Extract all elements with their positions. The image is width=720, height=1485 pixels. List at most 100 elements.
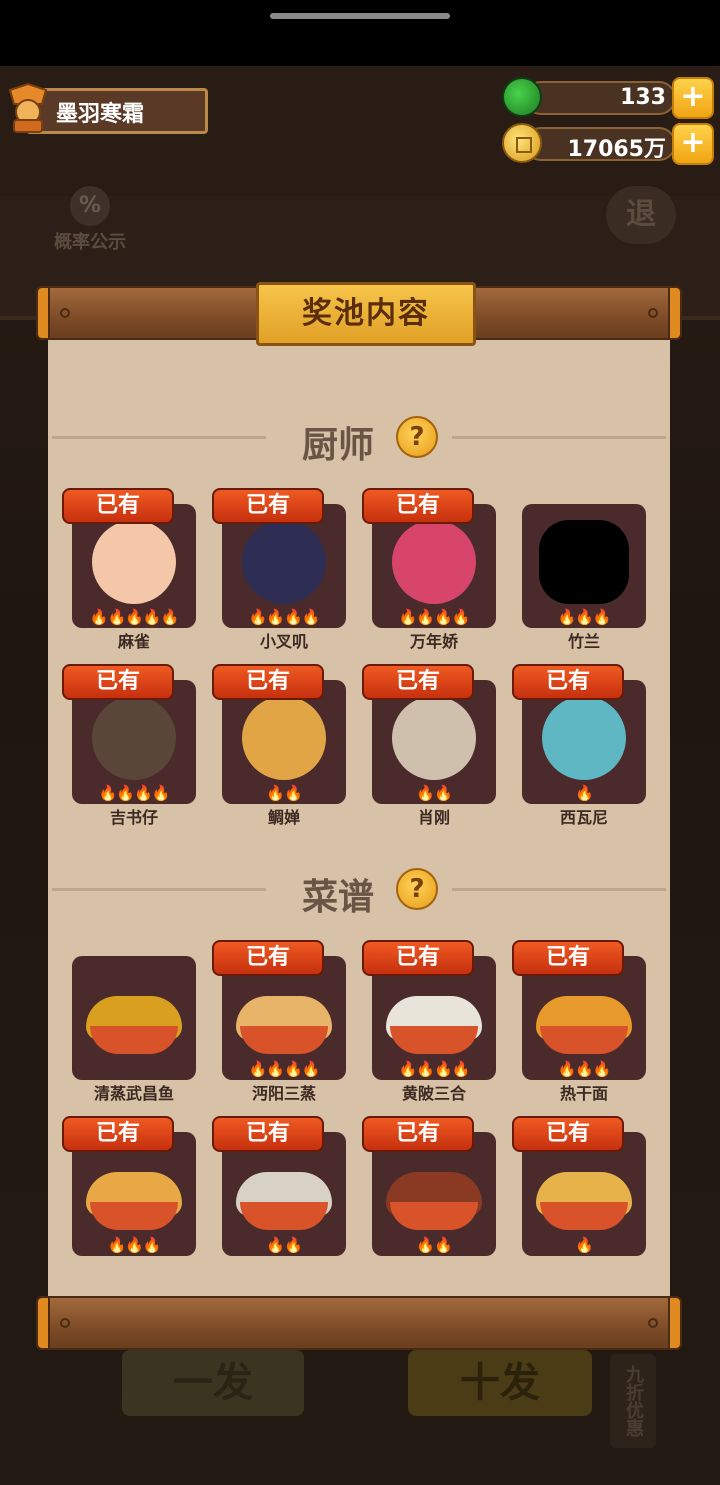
divider xyxy=(452,436,666,439)
chef-name: 鲷婵 xyxy=(267,808,300,827)
recipe-card[interactable]: 🔥🔥🔥 已有 xyxy=(62,1116,196,1272)
add-coins-button[interactable]: + xyxy=(672,123,714,165)
dish-bowl xyxy=(240,1202,328,1230)
player-name: 墨羽寒霜 xyxy=(56,102,145,127)
chef-portrait xyxy=(242,696,326,780)
owned-badge: 已有 xyxy=(212,1116,324,1152)
chef-portrait xyxy=(539,520,629,604)
exit-button[interactable]: 退 xyxy=(606,186,676,244)
dish-bowl xyxy=(240,1026,328,1054)
chef-card[interactable]: 🔥🔥🔥 竹兰 xyxy=(522,494,646,651)
chef-section-header: 厨师 ? xyxy=(48,412,670,466)
owned-badge: 已有 xyxy=(512,664,624,700)
coin-counter: 17065万 + xyxy=(502,123,714,165)
chef-name: 吉书仔 xyxy=(109,808,158,827)
recipe-card[interactable]: 🔥🔥🔥 已有热干面 xyxy=(512,940,646,1103)
chef-card[interactable]: 🔥🔥🔥🔥 已有 吉书仔 xyxy=(62,664,196,827)
owned-badge: 已有 xyxy=(362,664,474,700)
rarity-flames-icon: 🔥🔥 xyxy=(266,1236,302,1254)
chef-portrait xyxy=(542,696,626,780)
recipe-section-header: 菜谱 ? xyxy=(48,864,670,918)
probability-button[interactable]: % 概率公示 xyxy=(42,180,138,260)
owned-badge: 已有 xyxy=(362,488,474,524)
chef-portrait xyxy=(242,520,326,604)
chef-card[interactable]: 🔥🔥🔥🔥 已有万年娇 xyxy=(362,488,496,651)
owned-badge: 已有 xyxy=(512,1116,624,1152)
rarity-flames-icon: 🔥🔥 xyxy=(266,784,302,802)
recipe-card[interactable]: 清蒸武昌鱼 xyxy=(72,946,196,1103)
recipe-help-icon[interactable]: ? xyxy=(396,868,438,910)
dish-bowl xyxy=(390,1026,478,1054)
dish-bowl xyxy=(540,1026,628,1054)
recipe-name: 热干面 xyxy=(559,1084,608,1103)
recipe-name: 沔阳三蒸 xyxy=(251,1084,316,1103)
recipe-card[interactable]: 🔥 已有 xyxy=(512,1116,646,1272)
add-gems-button[interactable]: + xyxy=(672,77,714,119)
rod-nail xyxy=(60,308,70,318)
coin-icon xyxy=(502,123,542,163)
owned-badge: 已有 xyxy=(512,940,624,976)
percent-icon: % xyxy=(70,186,110,226)
rarity-flames-icon: 🔥🔥🔥🔥 xyxy=(248,1060,321,1078)
owned-badge: 已有 xyxy=(362,1116,474,1152)
recipe-card[interactable]: 🔥🔥 已有 xyxy=(212,1116,346,1272)
chef-name: 西瓦尼 xyxy=(559,808,608,827)
panel-title: 奖池内容 xyxy=(256,282,476,346)
recipe-portrait-frame xyxy=(72,956,196,1080)
prize-pool-panel: 厨师 ? 🔥🔥🔥🔥🔥 已有 麻雀 🔥🔥🔥🔥 已有 小叉叽 🔥🔥🔥🔥 已有 万年娇 🔥🔥🔥 竹兰 🔥🔥🔥… xyxy=(48,338,670,1298)
recipe-name: 黄陂三合 xyxy=(401,1084,466,1103)
divider xyxy=(52,888,266,891)
dish-bowl xyxy=(90,1026,178,1054)
owned-badge: 已有 xyxy=(212,940,324,976)
rod-cap xyxy=(36,1296,50,1350)
chef-card[interactable]: 🔥🔥 已有肖刚 xyxy=(362,664,496,827)
rarity-flames-icon: 🔥🔥🔥 xyxy=(557,608,611,626)
rarity-flames-icon: 🔥 xyxy=(575,784,594,802)
gesture-pill[interactable] xyxy=(270,13,450,19)
rod-nail xyxy=(648,1318,658,1328)
rod-cap xyxy=(668,286,682,340)
recipe-card[interactable]: 🔥🔥🔥🔥 已有黄陂三合 xyxy=(362,940,496,1103)
gem-counter: 133 + xyxy=(502,77,714,119)
recipe-card[interactable]: 🔥🔥🔥🔥 已有沔阳三蒸 xyxy=(212,940,346,1103)
owned-badge: 已有 xyxy=(212,488,324,524)
status-bar xyxy=(0,0,720,66)
rarity-flames-icon: 🔥🔥 xyxy=(416,1236,452,1254)
chef-portrait-frame: 🔥🔥🔥 xyxy=(522,504,646,628)
chef-section-title: 厨师 xyxy=(302,425,375,466)
discount-tag: 九折优惠 xyxy=(610,1354,656,1448)
rarity-flames-icon: 🔥🔥 xyxy=(416,784,452,802)
owned-badge: 已有 xyxy=(212,664,324,700)
chef-card[interactable]: 🔥 已有西瓦尼 xyxy=(512,664,646,827)
chef-name: 肖刚 xyxy=(417,808,450,827)
chef-card[interactable]: 🔥🔥🔥🔥 已有 小叉叽 xyxy=(212,488,346,651)
rarity-flames-icon: 🔥🔥🔥 xyxy=(557,1060,611,1078)
player-avatar-icon xyxy=(8,82,48,133)
draw-ten-button: 十发 xyxy=(408,1350,592,1416)
owned-badge: 已有 xyxy=(362,940,474,976)
chef-portrait xyxy=(392,520,476,604)
owned-badge: 已有 xyxy=(62,1116,174,1152)
gem-icon xyxy=(502,77,542,117)
recipe-section-title: 菜谱 xyxy=(302,877,375,918)
chef-help-icon[interactable]: ? xyxy=(396,416,438,458)
recipe-card[interactable]: 🔥🔥 已有 xyxy=(362,1116,496,1272)
chef-card[interactable]: 🔥🔥 已有鲷婵 xyxy=(212,664,346,827)
chef-name: 小叉叽 xyxy=(259,632,308,651)
dish-bowl xyxy=(390,1202,478,1230)
rarity-flames-icon: 🔥🔥🔥🔥🔥 xyxy=(89,608,179,626)
rarity-flames-icon: 🔥 xyxy=(575,1236,594,1254)
rarity-flames-icon: 🔥🔥🔥 xyxy=(107,1236,161,1254)
recipe-name: 清蒸武昌鱼 xyxy=(93,1084,174,1103)
player-name-plate[interactable]: 墨羽寒霜 xyxy=(4,82,208,136)
rarity-flames-icon: 🔥🔥🔥🔥 xyxy=(398,608,471,626)
coin-value: 17065万 xyxy=(567,137,666,162)
divider xyxy=(52,436,266,439)
rod-cap xyxy=(36,286,50,340)
chef-name: 万年娇 xyxy=(409,632,458,651)
rarity-flames-icon: 🔥🔥🔥🔥 xyxy=(398,1060,471,1078)
divider xyxy=(452,888,666,891)
owned-badge: 已有 xyxy=(62,488,174,524)
owned-badge: 已有 xyxy=(62,664,174,700)
chef-card[interactable]: 🔥🔥🔥🔥🔥 已有 麻雀 xyxy=(62,488,196,651)
